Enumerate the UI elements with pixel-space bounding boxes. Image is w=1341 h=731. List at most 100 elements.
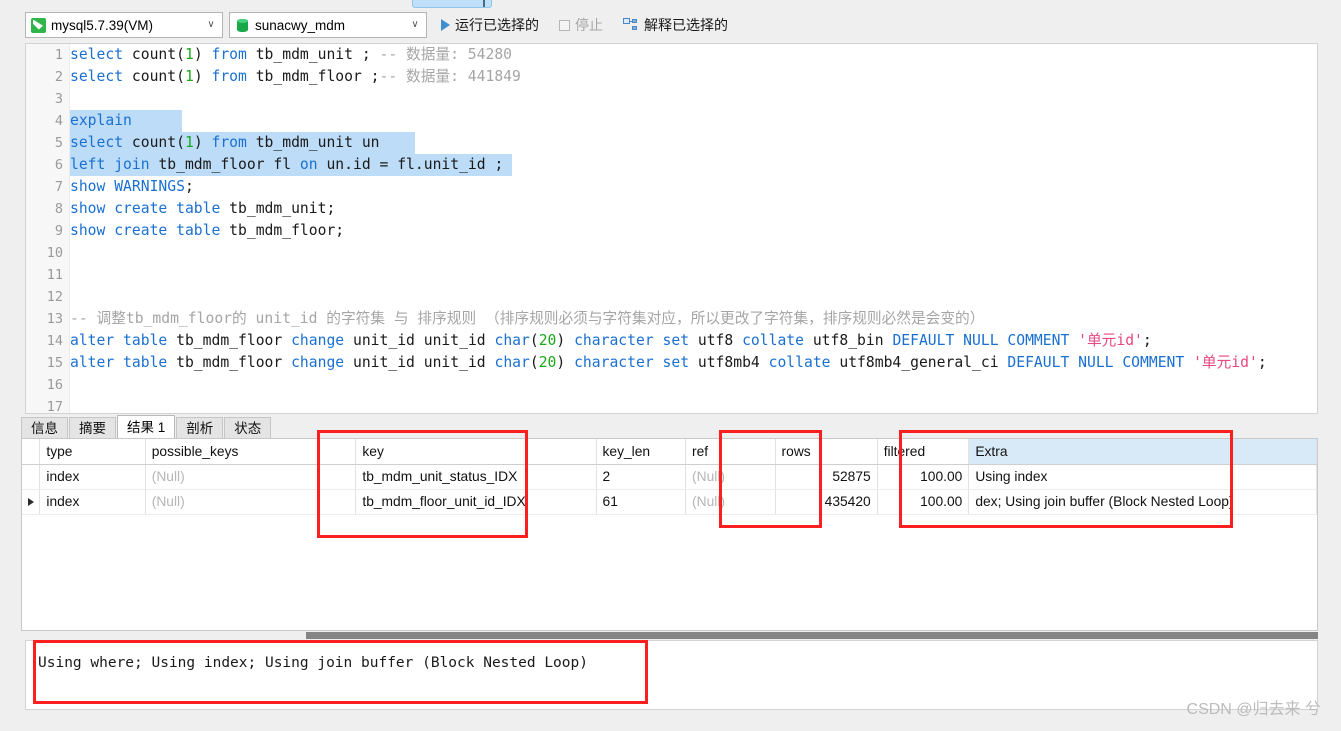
code-token: -- 数据量: 441849: [379, 68, 521, 85]
line-number: 5: [54, 135, 63, 151]
cell-ref[interactable]: (Null): [685, 489, 776, 515]
cell-possible_keys[interactable]: (Null): [145, 464, 357, 490]
cell-ref[interactable]: (Null): [685, 464, 776, 490]
chevron-down-icon[interactable]: ∨: [408, 20, 422, 30]
code-token: '单元id': [1078, 332, 1143, 349]
line-number: 11: [46, 267, 63, 283]
code-token: unit_id unit_id: [353, 354, 495, 371]
code-token: show WARNINGS: [70, 178, 185, 195]
cell-extra[interactable]: dex; Using join buffer (Block Nested Loo…: [968, 489, 1317, 515]
code-line[interactable]: select count(1) from tb_mdm_floor ;-- 数据…: [70, 66, 1317, 88]
cell-type[interactable]: index: [39, 489, 146, 515]
explain-results-grid[interactable]: type possible_keys key key_len ref rows filter…: [21, 438, 1318, 631]
code-token: utf8mb4: [697, 354, 769, 371]
editor-code-area[interactable]: select count(1) from tb_mdm_unit ; -- 数据…: [70, 44, 1317, 413]
code-line[interactable]: alter table tb_mdm_floor change unit_id …: [70, 330, 1317, 352]
code-token: count(: [131, 68, 185, 85]
run-selected-button[interactable]: 运行已选择的: [435, 12, 545, 38]
cell-value-viewer[interactable]: Using where; Using index; Using join buf…: [25, 640, 1318, 710]
cell-filtered[interactable]: 100.00: [877, 489, 970, 515]
cell-filtered[interactable]: 100.00: [877, 464, 970, 490]
code-line[interactable]: [70, 396, 1317, 413]
code-token: -- 数据量: 54280: [379, 46, 513, 63]
line-number: 3: [54, 91, 63, 107]
code-line[interactable]: show create table tb_mdm_unit;: [70, 198, 1317, 220]
cell-possible_keys[interactable]: (Null): [145, 489, 357, 515]
code-line[interactable]: [70, 374, 1317, 396]
active-editor-tab[interactable]: [412, 0, 492, 8]
code-token: from: [211, 68, 256, 85]
line-number: 16: [46, 377, 63, 393]
cell-rows[interactable]: 52875: [775, 464, 878, 490]
cell-rows[interactable]: 435420: [775, 489, 878, 515]
code-line[interactable]: show WARNINGS;: [70, 176, 1317, 198]
line-number: 17: [46, 399, 63, 414]
row-marker[interactable]: [22, 489, 41, 515]
column-header-rows[interactable]: rows: [775, 439, 878, 465]
code-token: char: [494, 332, 530, 349]
code-line[interactable]: select count(1) from tb_mdm_unit un: [70, 132, 1317, 154]
column-header-ref[interactable]: ref: [685, 439, 776, 465]
schema-value: sunacwy_mdm: [255, 17, 346, 33]
column-header-filtered[interactable]: filtered: [877, 439, 970, 465]
gutter-row: 5: [26, 132, 69, 154]
code-line[interactable]: select count(1) from tb_mdm_unit ; -- 数据…: [70, 44, 1317, 66]
code-token: count(: [131, 46, 185, 63]
tab-5[interactable]: 状态: [224, 417, 272, 439]
explain-selected-button[interactable]: 解释已选择的: [617, 12, 734, 38]
code-token: tb_mdm_floor ;: [255, 68, 380, 85]
code-token: ;: [1257, 354, 1267, 371]
code-line[interactable]: alter table tb_mdm_floor change unit_id …: [70, 352, 1317, 374]
code-line[interactable]: [70, 264, 1317, 286]
code-line[interactable]: -- 调整tb_mdm_floor的 unit_id 的字符集 与 排序规则 （…: [70, 308, 1317, 330]
connection-selector[interactable]: mysql5.7.39(VM) ∨: [25, 12, 223, 38]
code-token: show create table: [70, 200, 230, 217]
code-line[interactable]: left join tb_mdm_floor fl on un.id = fl.…: [70, 154, 1317, 176]
watermark: CSDN @归去来 兮: [1186, 701, 1321, 718]
code-line[interactable]: [70, 286, 1317, 308]
toolbar: mysql5.7.39(VM) ∨ sunacwy_mdm ∨ 运行已选择的 停…: [0, 9, 1341, 41]
cell-key_len[interactable]: 61: [596, 489, 687, 515]
column-header-possible_keys[interactable]: possible_keys: [145, 439, 357, 465]
schema-selector[interactable]: sunacwy_mdm ∨: [229, 12, 427, 38]
cell-key_len[interactable]: 2: [596, 464, 687, 490]
code-token: explain: [70, 112, 132, 129]
line-number: 7: [54, 179, 63, 195]
code-token: 20: [538, 332, 557, 349]
cell-type[interactable]: index: [39, 464, 146, 490]
cell-extra[interactable]: Using index: [968, 464, 1317, 490]
tab-2[interactable]: 摘要: [69, 417, 116, 439]
code-token: change: [291, 332, 353, 349]
code-token: select: [70, 68, 132, 85]
code-line[interactable]: show create table tb_mdm_floor;: [70, 220, 1317, 242]
cell-key[interactable]: tb_mdm_floor_unit_id_IDX: [355, 489, 597, 515]
scrollbar-thumb[interactable]: [306, 632, 1318, 639]
line-number: 13: [46, 311, 63, 327]
stop-button[interactable]: 停止: [553, 12, 609, 38]
gutter-row: 9: [26, 220, 69, 242]
chevron-down-icon[interactable]: ∨: [204, 20, 218, 30]
tab-3-active[interactable]: 结果 1: [117, 415, 176, 439]
code-line[interactable]: explain: [70, 110, 1317, 132]
tab-1[interactable]: 信息: [21, 417, 68, 439]
table-row[interactable]: index (Null) tb_mdm_unit_status_IDX 2 (Null)…: [22, 464, 1317, 490]
line-number: 8: [54, 201, 63, 217]
run-selected-label: 运行已选择的: [455, 17, 539, 33]
tab-4[interactable]: 剖析: [176, 417, 224, 439]
grid-horizontal-scrollbar[interactable]: [21, 631, 1318, 640]
code-line[interactable]: [70, 242, 1317, 264]
column-header-extra[interactable]: Extra: [968, 439, 1317, 465]
cell-key[interactable]: tb_mdm_unit_status_IDX: [355, 464, 597, 490]
row-marker[interactable]: [22, 464, 41, 490]
code-line[interactable]: [70, 88, 1317, 110]
explain-selected-label: 解释已选择的: [644, 17, 728, 33]
table-row[interactable]: index (Null) tb_mdm_floor_unit_id_IDX 61 (Nu…: [22, 489, 1317, 515]
sql-editor[interactable]: 1 2 3 4 5 6 7 8 9 10 11 12 13 14 15 16 17 select count(1…: [25, 43, 1318, 414]
gutter-row: 8: [26, 198, 69, 220]
code-token: un.id = fl.unit_id ;: [326, 156, 504, 173]
code-token: from: [211, 46, 256, 63]
gutter-row: 14: [26, 330, 69, 352]
column-header-type[interactable]: type: [39, 439, 146, 465]
column-header-key_len[interactable]: key_len: [596, 439, 687, 465]
column-header-key[interactable]: key: [355, 439, 597, 465]
